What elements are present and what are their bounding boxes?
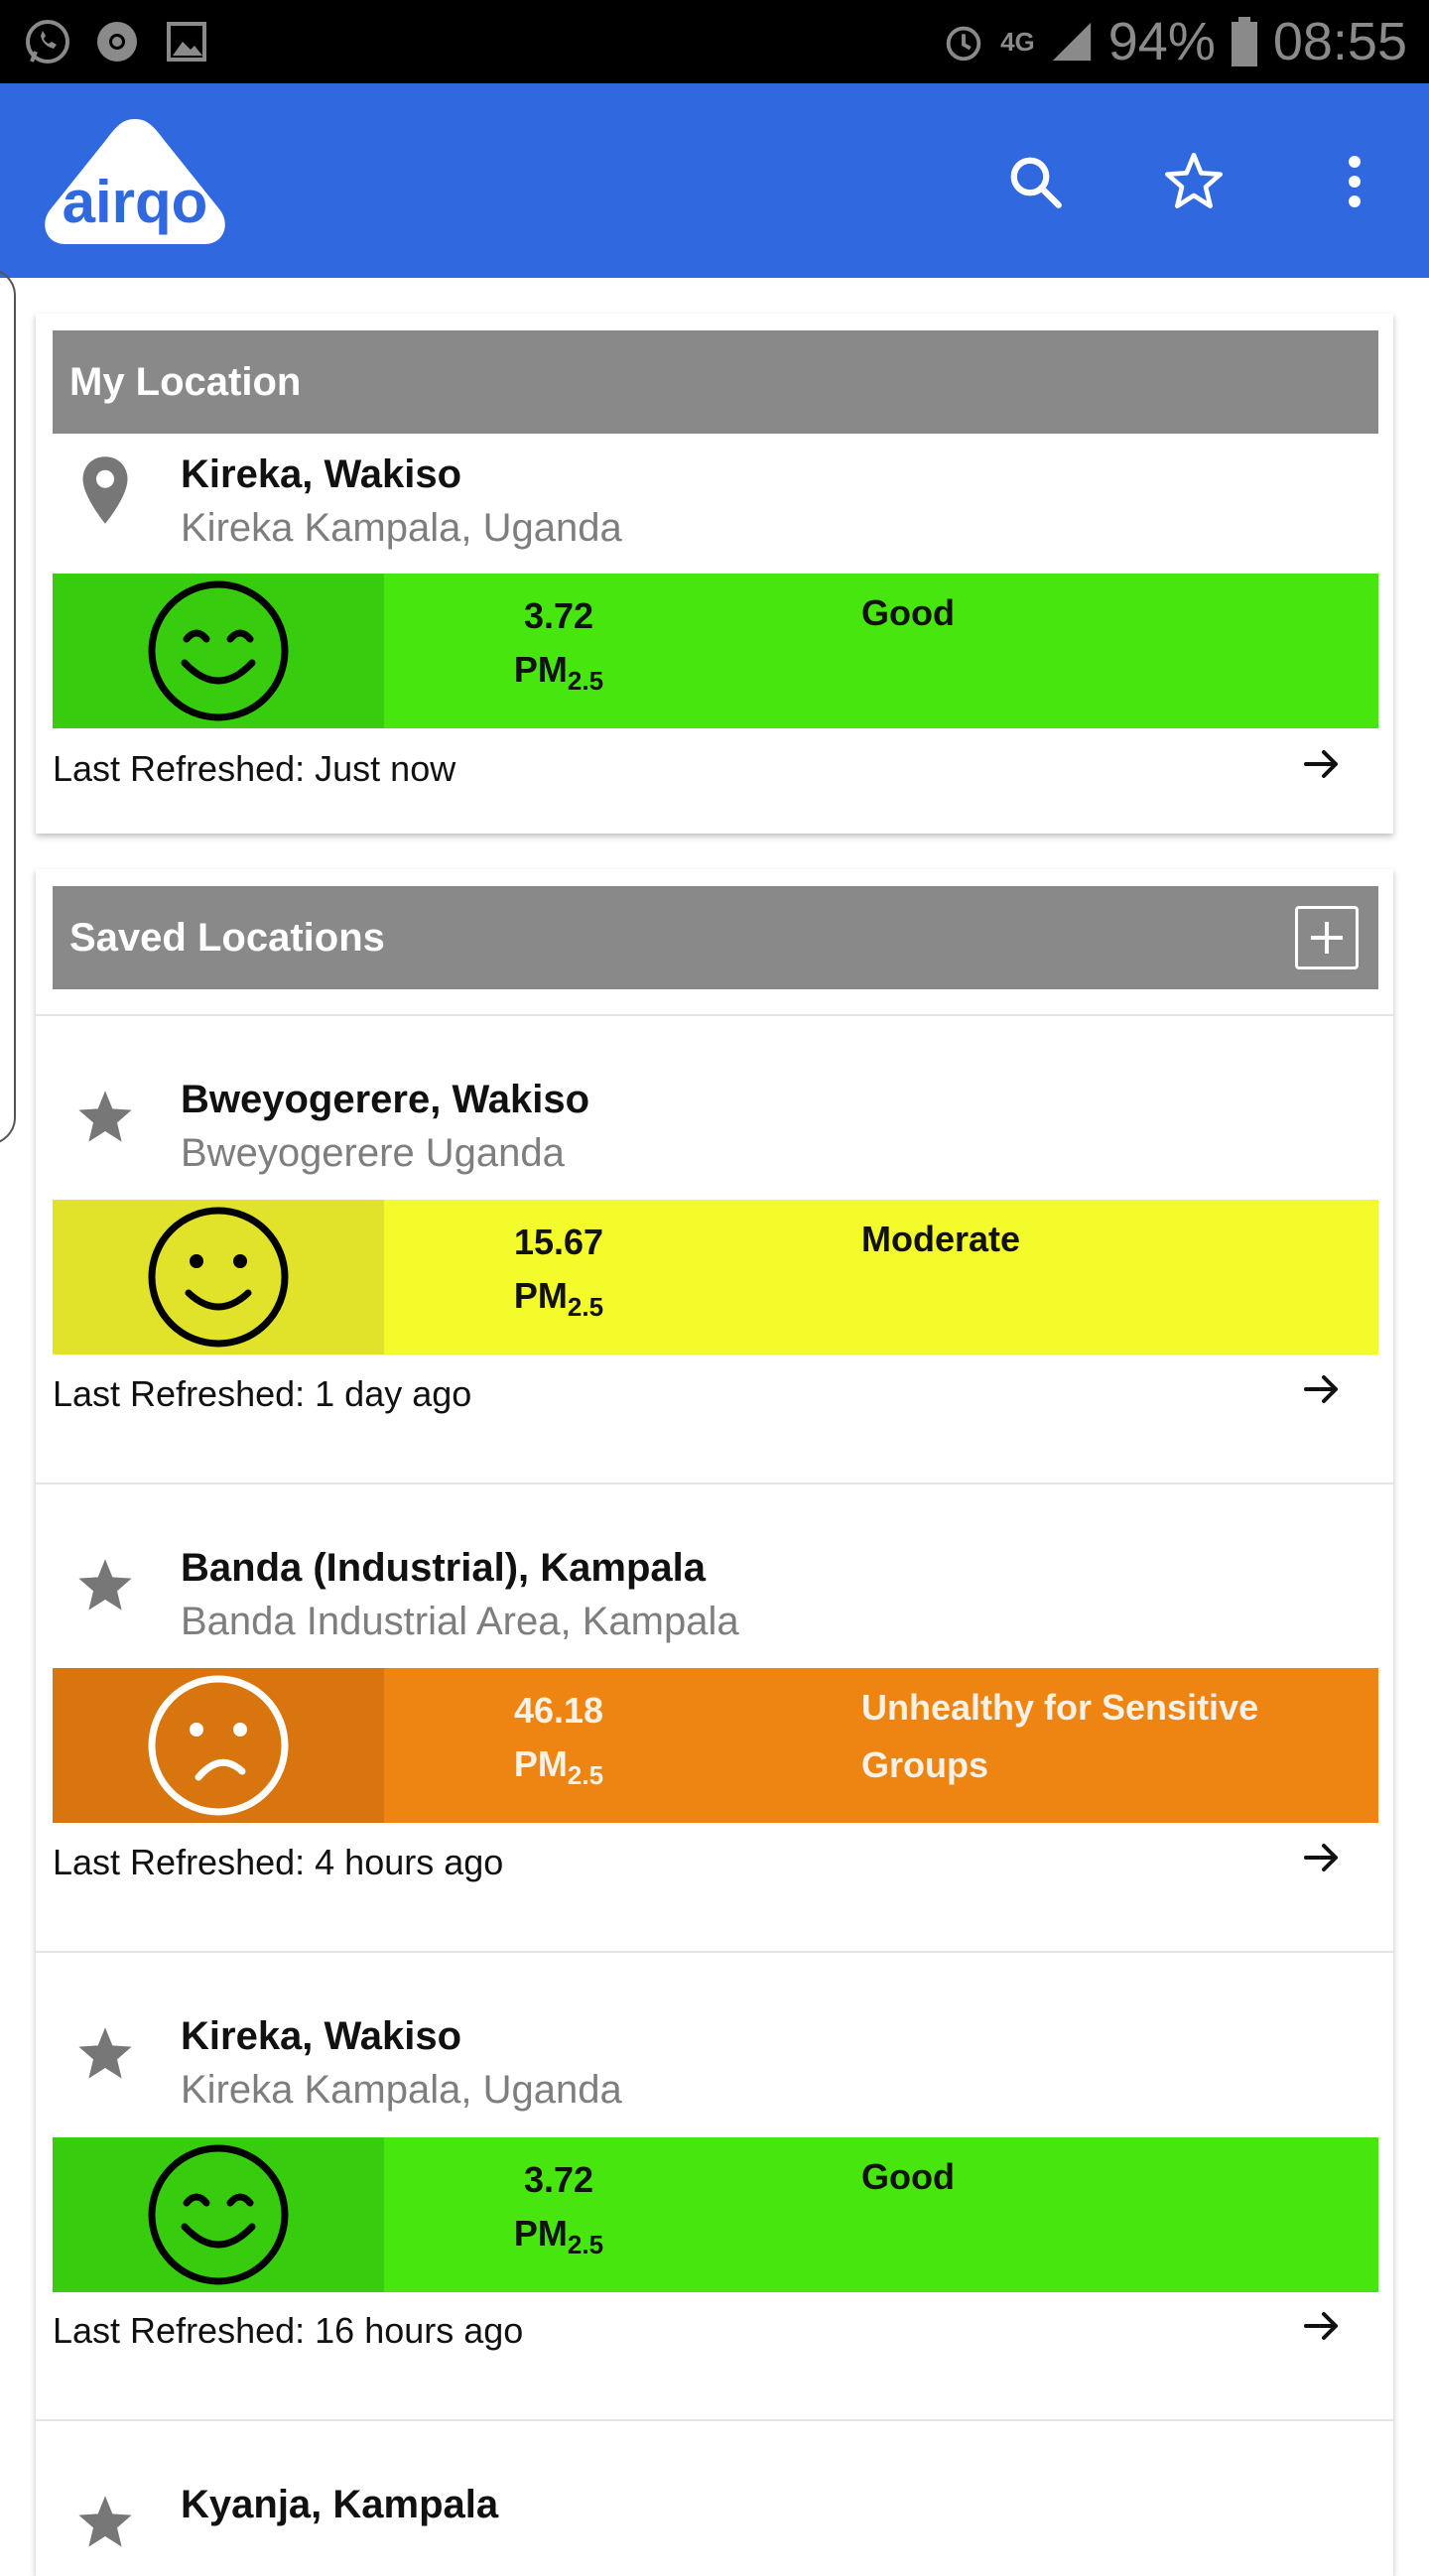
section-title: My Location	[69, 359, 302, 404]
divider	[36, 1951, 1393, 1953]
search-icon	[1010, 157, 1062, 208]
more-vert-icon	[1349, 156, 1361, 207]
saved-locations-card: Saved Locations Bweyogerere, Wakiso Bwey…	[36, 869, 1393, 2576]
star-filled-icon[interactable]	[73, 2487, 137, 2558]
star-outline-icon	[1165, 153, 1223, 208]
location-title: Bweyogerere, Wakiso	[181, 1078, 590, 1121]
location-subtitle: Bweyogerere Uganda	[181, 1131, 565, 1175]
plus-icon	[1311, 922, 1343, 954]
arrow-forward-icon[interactable]	[1300, 742, 1344, 786]
section-header-saved-locations: Saved Locations	[53, 886, 1378, 989]
clock: 08:55	[1272, 12, 1407, 71]
divider	[36, 2419, 1393, 2421]
smiley-moderate-icon	[148, 1207, 289, 1348]
network-type: 4G	[1000, 26, 1035, 57]
last-refreshed: Last Refreshed: 4 hours ago	[53, 1842, 504, 1882]
pm-unit: PM2.5	[513, 1743, 604, 1790]
pm-value: 46.18	[513, 1690, 604, 1731]
smiley-good-icon	[148, 2144, 289, 2285]
aq-face-panel	[53, 2137, 384, 2292]
section-header-my-location: My Location	[53, 330, 1378, 434]
arrow-forward-icon[interactable]	[1300, 1836, 1344, 1879]
add-location-button[interactable]	[1295, 906, 1359, 969]
pm-unit: PM2.5	[513, 649, 604, 696]
air-quality-bar[interactable]: 3.72 PM2.5 Good	[53, 2137, 1378, 2292]
status-bar: 4G 94% 08:55	[0, 0, 1429, 83]
pm-unit: PM2.5	[513, 1275, 604, 1322]
star-filled-icon[interactable]	[73, 2018, 137, 2090]
air-quality-bar[interactable]: 46.18 PM2.5 Unhealthy for Sensitive Grou…	[53, 1668, 1378, 1823]
divider	[36, 1014, 1393, 1016]
aq-category: Moderate	[861, 1219, 1021, 1259]
location-title: Kireka, Wakiso	[181, 2014, 462, 2058]
pm-value: 15.67	[513, 1222, 604, 1262]
air-quality-bar[interactable]: 3.72 PM2.5 Good	[53, 574, 1378, 728]
smiley-good-icon	[148, 580, 289, 721]
last-refreshed: Last Refreshed: 1 day ago	[53, 1373, 472, 1414]
star-filled-icon[interactable]	[73, 1082, 137, 1153]
air-quality-bar[interactable]: 15.67 PM2.5 Moderate	[53, 1200, 1378, 1354]
pm-value: 3.72	[523, 595, 594, 636]
location-title: Kireka, Wakiso	[181, 452, 462, 496]
section-title: Saved Locations	[69, 915, 385, 960]
search-button[interactable]	[990, 137, 1080, 226]
divider	[36, 1482, 1393, 1484]
signal-icon	[1052, 22, 1091, 62]
aq-face-panel	[53, 1200, 384, 1354]
aq-face-panel	[53, 1668, 384, 1823]
last-refreshed: Last Refreshed: Just now	[53, 748, 456, 789]
location-subtitle: Banda Industrial Area, Kampala	[181, 1600, 739, 1643]
aq-face-panel	[53, 574, 384, 728]
location-subtitle: Kireka Kampala, Uganda	[181, 506, 622, 550]
chrome-icon	[97, 22, 137, 62]
star-filled-icon[interactable]	[73, 1550, 137, 1621]
whatsapp-icon	[26, 20, 69, 64]
smiley-unhealthy-icon	[148, 1675, 289, 1816]
overflow-menu-button[interactable]	[1310, 137, 1399, 226]
aq-category: Good	[861, 2156, 955, 2197]
pm-unit: PM2.5	[513, 2213, 604, 2259]
location-title: Kyanja, Kampala	[181, 2483, 499, 2526]
location-subtitle: Kireka Kampala, Uganda	[181, 2068, 622, 2112]
navigation-drawer-edge[interactable]	[0, 268, 16, 1145]
location-pin-icon	[82, 456, 128, 524]
last-refreshed: Last Refreshed: 16 hours ago	[53, 2310, 524, 2351]
location-title: Banda (Industrial), Kampala	[181, 1546, 706, 1590]
logo-text: airqo	[63, 169, 208, 235]
aq-category: Good	[861, 592, 955, 633]
app-bar: airqo	[0, 83, 1429, 278]
gallery-icon	[167, 22, 206, 62]
alarm-icon	[946, 26, 981, 62]
battery-percent: 94%	[1107, 12, 1216, 71]
battery-icon	[1231, 17, 1257, 66]
pm-value: 3.72	[523, 2159, 594, 2200]
favorites-button[interactable]	[1149, 137, 1238, 226]
airqo-logo: airqo	[45, 119, 225, 244]
arrow-forward-icon[interactable]	[1300, 2304, 1344, 2348]
aq-category: Unhealthy for Sensitive Groups	[861, 1687, 1259, 1785]
arrow-forward-icon[interactable]	[1300, 1367, 1344, 1411]
my-location-card: My Location Kireka, Wakiso Kireka Kampal…	[36, 314, 1393, 834]
